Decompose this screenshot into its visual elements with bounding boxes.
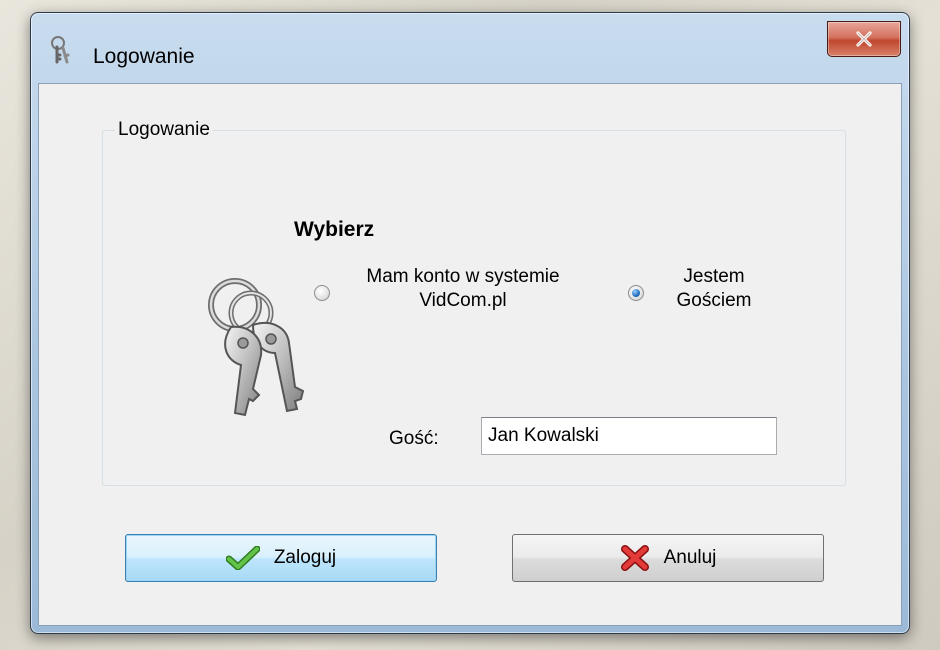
radio-guest[interactable] [628, 285, 644, 301]
dialog-client-area: Logowanie Wybierz Mam konto w systemie V… [38, 83, 902, 626]
cancel-button[interactable]: Anuluj [512, 534, 824, 582]
close-icon [856, 31, 872, 47]
keys-title-icon [51, 36, 70, 64]
guest-name-label: Gość: [389, 428, 439, 449]
guest-name-input[interactable] [481, 417, 777, 455]
radio-have-account-label[interactable]: Mam konto w systemie VidCom.pl [343, 265, 583, 313]
login-button-label: Zaloguj [273, 547, 337, 568]
cancel-button-label: Anuluj [663, 547, 717, 568]
red-x-icon [620, 545, 649, 571]
login-button[interactable]: Zaloguj [125, 534, 437, 582]
groupbox-legend: Logowanie [115, 119, 213, 141]
keys-icon [208, 278, 305, 417]
login-groupbox: Logowanie Wybierz Mam konto w systemie V… [102, 119, 846, 486]
title-bar[interactable]: Logowanie [31, 13, 909, 83]
window-title: Logowanie [93, 45, 195, 68]
choose-heading: Wybierz [294, 218, 375, 241]
radio-guest-label[interactable]: Jestem Gościem [659, 265, 769, 313]
close-button[interactable] [827, 21, 901, 57]
login-dialog-window: Logowanie Logowanie Wybierz Mam konto w … [30, 12, 910, 634]
checkmark-icon [225, 546, 260, 570]
radio-have-account[interactable] [314, 285, 330, 301]
